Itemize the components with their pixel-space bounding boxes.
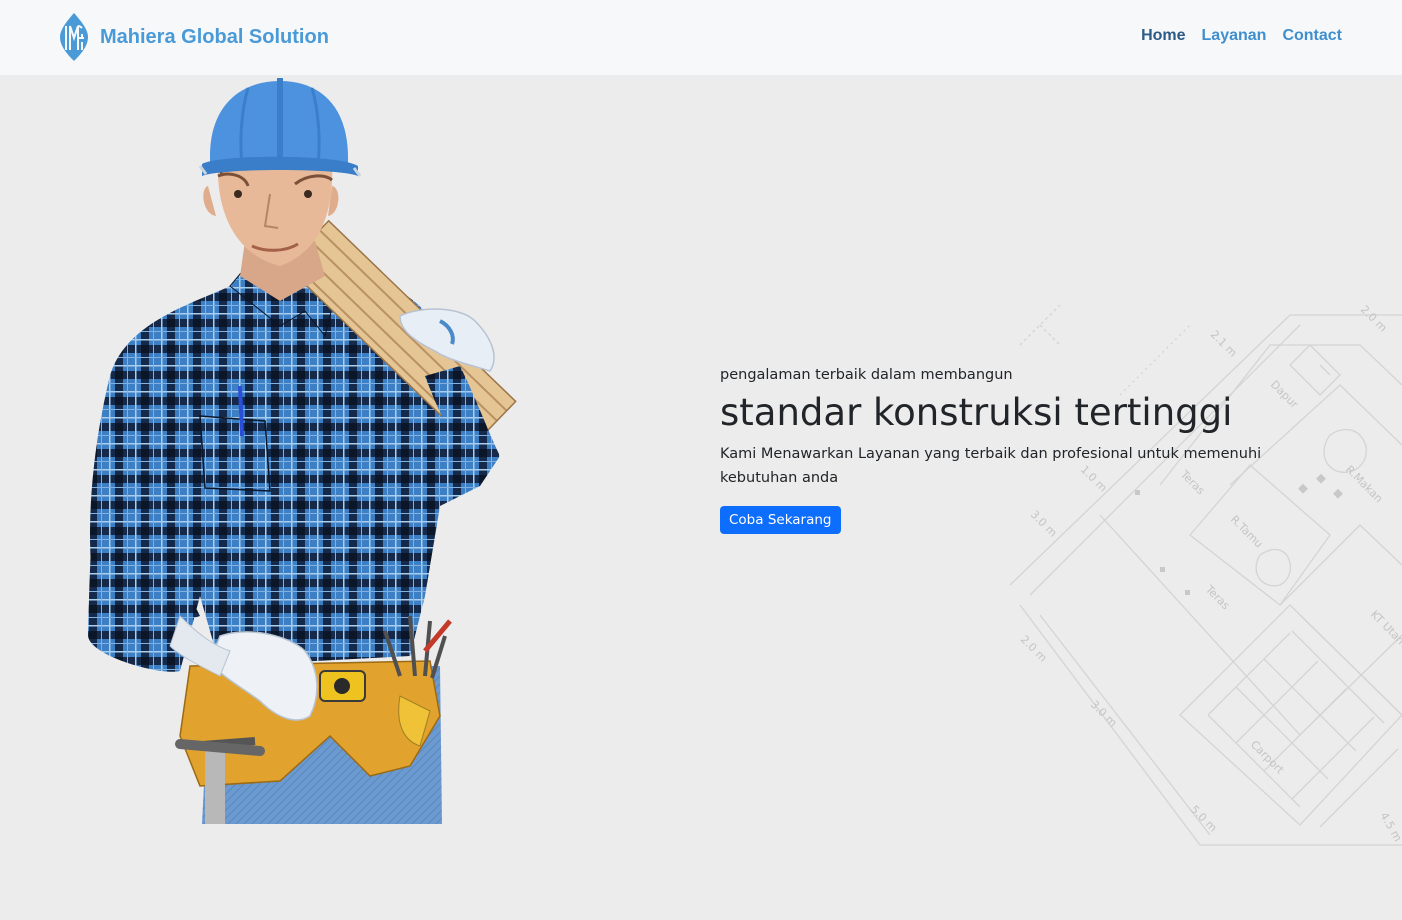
blueprint-label: 5.0 m — [1188, 803, 1220, 835]
brand-name: Mahiera Global Solution — [100, 25, 329, 48]
blueprint-label: Teras — [1202, 582, 1232, 612]
coba-sekarang-button[interactable]: Coba Sekarang — [720, 506, 841, 534]
mgs-logo-icon — [60, 13, 88, 61]
blueprint-label: R.Makan — [1343, 463, 1385, 505]
main-nav: Home Layanan Contact — [1141, 27, 1342, 45]
hero-description: Kami Menawarkan Layanan yang terbaik dan… — [720, 446, 1262, 486]
nav-contact[interactable]: Contact — [1282, 27, 1342, 45]
hero-title: standar konstruksi tertinggi — [720, 391, 1233, 434]
blueprint-label: KT Utama — [1368, 608, 1402, 655]
blueprint-label: 2.1 m — [1208, 328, 1240, 360]
blueprint-label: 4.5 m — [1377, 810, 1402, 844]
hero-section: pengalaman terbaik dalam membangun stand… — [720, 364, 1340, 534]
brand-link[interactable]: Mahiera Global Solution — [58, 12, 329, 62]
navbar: Mahiera Global Solution Home Layanan Con… — [0, 0, 1402, 75]
blueprint-label: Carport — [1248, 738, 1287, 777]
nav-home[interactable]: Home — [1141, 27, 1185, 45]
blueprint-label: 3.0 m — [1088, 698, 1120, 730]
blueprint-label: 2.0 m — [1358, 303, 1390, 335]
construction-worker-image — [88, 78, 517, 824]
nav-layanan[interactable]: Layanan — [1202, 27, 1267, 45]
hero-pretitle: pengalaman terbaik dalam membangun — [720, 367, 1013, 383]
